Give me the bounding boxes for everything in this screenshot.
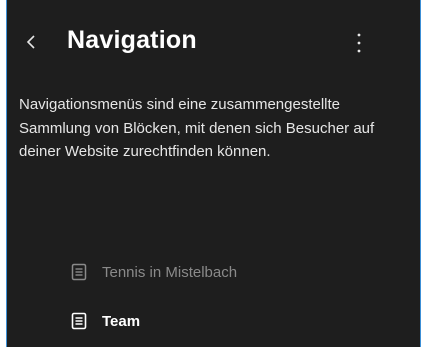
more-options-button[interactable] [349, 28, 369, 58]
panel-description: Navigationsmenüs sind eine zusammengeste… [19, 96, 375, 160]
page-icon [71, 312, 87, 330]
navigation-panel: Navigation Navigationsmenüs sind eine zu… [6, 0, 421, 347]
menu-item-team[interactable]: Team [71, 309, 140, 333]
panel-header: Navigation [7, 22, 420, 68]
vertical-ellipsis-icon [357, 33, 361, 53]
menu-item-label: Team [102, 312, 141, 330]
page-icon [71, 263, 87, 281]
chevron-left-icon [26, 35, 35, 49]
back-button[interactable] [21, 29, 41, 55]
menu-item-tennis-in-mistelbach[interactable]: Tennis in Mistelbach [71, 260, 237, 284]
menu-item-label: Tennis in Mistelbach [102, 263, 238, 281]
page-title: Navigation [67, 26, 197, 54]
